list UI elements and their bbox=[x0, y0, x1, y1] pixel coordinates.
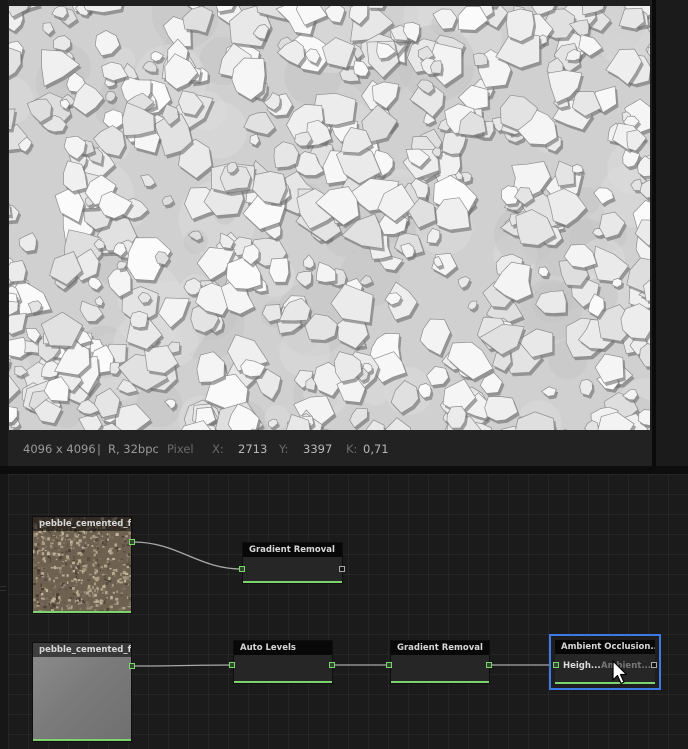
node-graph[interactable]: pebble_cemented_flo pebble_cemented_flo … bbox=[8, 474, 688, 749]
panel-splitter[interactable] bbox=[0, 466, 688, 474]
output-port[interactable] bbox=[486, 662, 492, 668]
node-status-bar bbox=[33, 611, 131, 613]
node-title: Gradient Removal bbox=[243, 543, 342, 557]
status-separator: | bbox=[97, 442, 101, 456]
k-label: K: bbox=[346, 442, 358, 456]
node-status-bar bbox=[234, 681, 332, 683]
source-color-node[interactable]: pebble_cemented_flo bbox=[32, 516, 132, 614]
edge-tick bbox=[0, 586, 6, 587]
node-title: Gradient Removal bbox=[391, 641, 489, 655]
pebble-texture-image bbox=[9, 6, 650, 430]
source-height-node[interactable]: pebble_cemented_flo bbox=[32, 642, 132, 742]
node-title: Auto Levels bbox=[234, 641, 332, 655]
connection-wire bbox=[132, 541, 243, 570]
output-port[interactable] bbox=[129, 539, 135, 545]
node-status-bar bbox=[33, 739, 131, 741]
color-thumbnail bbox=[33, 517, 131, 613]
side-panel bbox=[656, 0, 688, 466]
format-readout: R, 32bpc bbox=[108, 442, 159, 456]
viewer-status-bar: 4096 x 4096 | R, 32bpc Pixel X: 2713 Y: … bbox=[8, 430, 652, 466]
node-title: pebble_cemented_flo bbox=[33, 643, 131, 657]
y-value: 3397 bbox=[303, 442, 333, 456]
2d-viewer[interactable]: 4096 x 4096 | R, 32bpc Pixel X: 2713 Y: … bbox=[0, 0, 652, 466]
texture-preview[interactable] bbox=[9, 6, 650, 430]
output-port[interactable] bbox=[339, 566, 345, 572]
viewer-left-edge bbox=[0, 0, 8, 466]
mouse-cursor-icon bbox=[612, 660, 628, 685]
height-thumbnail bbox=[33, 643, 131, 741]
x-label: X: bbox=[212, 442, 224, 456]
input-port-label: Heigh... bbox=[563, 661, 601, 671]
output-port[interactable] bbox=[129, 663, 135, 669]
node-status-bar bbox=[243, 581, 342, 583]
node-title: pebble_cemented_flo bbox=[33, 517, 131, 531]
pixel-label: Pixel bbox=[167, 442, 194, 456]
input-port[interactable] bbox=[553, 662, 559, 668]
input-port[interactable] bbox=[386, 662, 392, 668]
output-port[interactable] bbox=[651, 662, 657, 668]
input-port[interactable] bbox=[229, 662, 235, 668]
x-value: 2713 bbox=[238, 442, 268, 456]
gradient-removal-node[interactable]: Gradient Removal bbox=[242, 542, 343, 584]
y-label: Y: bbox=[279, 442, 289, 456]
resolution-readout: 4096 x 4096 bbox=[23, 442, 96, 456]
output-port[interactable] bbox=[329, 662, 335, 668]
gradient-removal-node-2[interactable]: Gradient Removal bbox=[390, 640, 490, 684]
connection-wire bbox=[132, 664, 233, 667]
graph-left-edge bbox=[0, 474, 8, 749]
node-status-bar bbox=[391, 681, 489, 683]
k-value: 0,71 bbox=[363, 442, 389, 456]
node-title: Ambient Occlusion... bbox=[555, 640, 655, 654]
node-status-bar bbox=[555, 682, 655, 684]
auto-levels-node[interactable]: Auto Levels bbox=[233, 640, 333, 684]
input-port[interactable] bbox=[239, 566, 245, 572]
ambient-occlusion-node[interactable]: Ambient Occlusion... Heigh... Ambient... bbox=[549, 634, 661, 690]
edge-tick bbox=[0, 590, 6, 591]
